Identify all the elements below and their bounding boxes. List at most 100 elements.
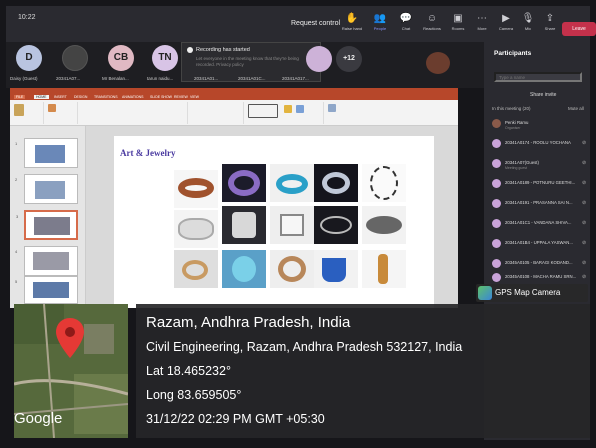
drawing-group bbox=[244, 102, 324, 124]
tab-home[interactable]: HOME bbox=[34, 95, 49, 99]
mute-all-button[interactable]: Mute all bbox=[568, 106, 584, 111]
chat-button[interactable]: 💬 Chat bbox=[394, 12, 418, 38]
gps-info-box: Razam, Andhra Pradesh, India Civil Engin… bbox=[136, 304, 590, 438]
ppt-ribbon: FILE HOME INSERT DESIGN TRANSITIONS ANIM… bbox=[10, 88, 458, 126]
find-icon[interactable] bbox=[328, 104, 336, 112]
tab-review[interactable]: REVIEW bbox=[174, 95, 188, 99]
more-participants[interactable]: +12 bbox=[336, 46, 362, 72]
avatar[interactable]: CB bbox=[108, 45, 134, 71]
search-participants-input[interactable] bbox=[494, 72, 582, 82]
camera-icon: ▶ bbox=[502, 13, 510, 24]
mic-off-icon: ⊘ bbox=[582, 160, 587, 166]
bangle-image bbox=[270, 164, 314, 202]
raise-hand-button[interactable]: ✋ Raise hand bbox=[340, 12, 364, 38]
figure-image bbox=[362, 250, 406, 288]
tab-file[interactable]: FILE bbox=[14, 95, 26, 99]
slides-group bbox=[44, 102, 78, 124]
in-meeting-header[interactable]: In this meeting (20) bbox=[492, 106, 531, 111]
clipboard-group bbox=[10, 102, 44, 124]
participant-row[interactable]: 20341A01C1 - VANDANA SHIVA... ⊘ bbox=[492, 218, 588, 230]
avatar[interactable]: D bbox=[16, 45, 42, 71]
avatar[interactable]: TN bbox=[152, 45, 178, 71]
thumbnail-image bbox=[34, 217, 70, 235]
thumbnail-image bbox=[33, 252, 69, 270]
participant-row[interactable]: 20341A0174 - ROOLU YOCHANA ⊘ bbox=[492, 138, 588, 150]
location-pin-icon bbox=[56, 318, 84, 358]
slide-thumbnail[interactable]: 5 bbox=[15, 276, 78, 304]
participant-row[interactable]: 20345A0105 - BARAGI KODAND... ⊘ bbox=[492, 258, 588, 270]
rooms-icon: ▣ bbox=[453, 13, 463, 24]
request-control-button[interactable]: Request control bbox=[291, 20, 340, 27]
lattice-image bbox=[222, 206, 266, 244]
thumbnail-image bbox=[35, 145, 65, 163]
mic-off-icon: ⊘ bbox=[582, 140, 587, 146]
sphere-image bbox=[362, 164, 406, 202]
tab-design[interactable]: DESIGN bbox=[74, 95, 87, 99]
mic-off-icon: ⊘ bbox=[582, 240, 587, 246]
current-slide[interactable]: Art & Jewelry bbox=[114, 136, 434, 308]
tab-transitions[interactable]: TRANSITIONS bbox=[94, 95, 118, 99]
participant-row[interactable]: 20341A07(Guest) Meeting guest ⊘ bbox=[492, 158, 588, 170]
meeting-timer: 10:22 bbox=[18, 14, 36, 21]
gps-camera-label: GPS Map Camera bbox=[495, 288, 561, 297]
screenshot-frame: 10:22 Request control ✋ Raise hand 👥 Peopl… bbox=[0, 0, 596, 448]
leave-button[interactable]: Leave bbox=[562, 22, 596, 36]
camera-button[interactable]: ▶ Camera bbox=[494, 12, 518, 38]
paste-icon[interactable] bbox=[14, 104, 24, 116]
participant-row[interactable]: 20341A01B4 - UPPALA YASWAN... ⊘ bbox=[492, 238, 588, 250]
participant-row[interactable]: Penki Ramu Organiser bbox=[492, 118, 588, 130]
people-button[interactable]: 👥 People bbox=[368, 12, 392, 38]
tab-insert[interactable]: INSERT bbox=[54, 95, 67, 99]
thumbnail-image bbox=[35, 181, 65, 199]
panel-title: Participants bbox=[494, 50, 532, 57]
mic-off-icon: ⊘ bbox=[582, 260, 587, 266]
cup-image bbox=[314, 250, 358, 288]
mic-off-icon: ⊘ bbox=[582, 200, 587, 206]
location-title: Razam, Andhra Pradesh, India bbox=[146, 314, 351, 331]
tab-animations[interactable]: ANIMATIONS bbox=[122, 95, 144, 99]
participant-row[interactable]: 20341A0189 - POTNURU GEETHI... ⊘ bbox=[492, 178, 588, 190]
avatar bbox=[492, 219, 501, 228]
rooms-button[interactable]: ▣ Rooms bbox=[446, 12, 470, 38]
avatar[interactable] bbox=[306, 46, 332, 72]
gps-camera-logo-icon bbox=[478, 286, 492, 300]
tab-view[interactable]: VIEW bbox=[190, 95, 199, 99]
share-invite-button[interactable]: Share invite bbox=[530, 92, 556, 98]
rings-image bbox=[174, 250, 218, 288]
avatar bbox=[492, 259, 501, 268]
slide-thumbnail[interactable]: 4 bbox=[15, 246, 78, 276]
slide-thumbnail[interactable]: 2 bbox=[15, 174, 78, 204]
arrange-icon[interactable] bbox=[284, 105, 292, 113]
shared-screen: FILE HOME INSERT DESIGN TRANSITIONS ANIM… bbox=[10, 88, 458, 308]
ring-image bbox=[174, 170, 218, 208]
avatar bbox=[492, 179, 501, 188]
editing-group bbox=[324, 102, 384, 124]
slide-thumbnails: 1 2 3 4 5 bbox=[10, 126, 86, 308]
shapes-gallery-icon[interactable] bbox=[248, 104, 278, 118]
avatar bbox=[492, 239, 501, 248]
quick-styles-icon[interactable] bbox=[296, 105, 304, 113]
cube-image bbox=[270, 206, 314, 244]
gps-camera-badge: GPS Map Camera bbox=[476, 284, 588, 302]
reactions-button[interactable]: ☺ Reactions bbox=[420, 12, 444, 38]
knot-image bbox=[270, 250, 314, 288]
reactions-icon: ☺ bbox=[426, 13, 438, 24]
participant-row[interactable]: 20345A0108 - MACHA RAMU SRN... ⊘ bbox=[492, 272, 588, 284]
slide-thumbnail[interactable]: 1 bbox=[15, 138, 78, 168]
hand-icon: ✋ bbox=[345, 13, 359, 24]
thumbnail-image bbox=[33, 282, 69, 298]
avatar[interactable] bbox=[62, 45, 88, 71]
new-slide-icon[interactable] bbox=[48, 104, 56, 112]
more-button[interactable]: ⋯ More bbox=[470, 12, 494, 38]
datetime: 31/12/22 02:29 PM GMT +05:30 bbox=[146, 412, 325, 426]
tab-slide-show[interactable]: SLIDE SHOW bbox=[150, 95, 172, 99]
slide-thumbnail-selected[interactable]: 3 bbox=[16, 210, 78, 240]
blue-form-image bbox=[222, 250, 266, 288]
share-button[interactable]: ⇪ Share bbox=[538, 12, 562, 38]
mic-button[interactable]: 🎙 Mic bbox=[516, 12, 540, 38]
wire-image bbox=[314, 206, 358, 244]
location-address: Civil Engineering, Razam, Andhra Pradesh… bbox=[146, 340, 463, 354]
avatar bbox=[492, 273, 501, 282]
share-icon: ⇪ bbox=[545, 13, 555, 24]
participant-row[interactable]: 20341A0191 - PRASANNA SAI N... ⊘ bbox=[492, 198, 588, 210]
